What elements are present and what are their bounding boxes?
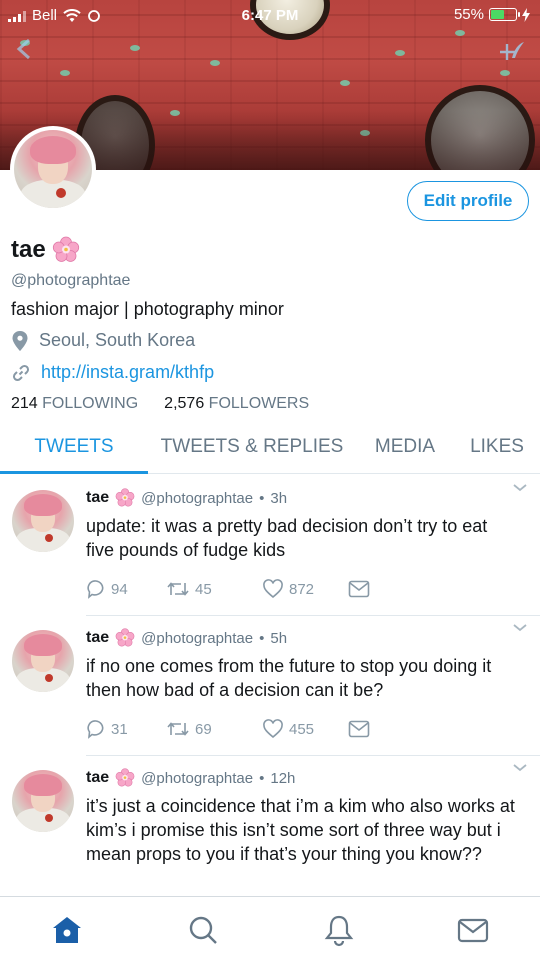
chevron-down-icon[interactable] [512, 482, 528, 494]
tweet-header: tae @photographtae • 5h [86, 628, 287, 648]
tweet-time: 12h [270, 769, 296, 787]
retweet-count: 69 [195, 720, 212, 738]
cherry-blossom-icon [115, 628, 135, 648]
following-count: 214 [11, 395, 38, 412]
retweet-action[interactable]: 45 [166, 579, 262, 599]
profile-handle: @photographtae [11, 272, 131, 289]
reply-count: 31 [111, 720, 128, 738]
tweet-author-name[interactable]: tae [86, 629, 109, 647]
envelope-icon [348, 580, 370, 598]
following-stat[interactable]: 214 FOLLOWING [11, 395, 138, 413]
battery-icon [489, 8, 520, 21]
like-count: 872 [289, 580, 315, 598]
direct-message-action[interactable] [348, 720, 370, 738]
back-arrow-icon[interactable] [14, 38, 36, 60]
like-action[interactable]: 455 [262, 719, 348, 739]
charging-icon [522, 7, 530, 22]
retweet-icon [167, 582, 189, 596]
banner-leaf [340, 80, 350, 86]
link-icon [12, 364, 30, 381]
tweet-header: tae @photographtae • 12h [86, 768, 295, 788]
tweet-text: it’s just a coincidence that i’m a kim w… [86, 796, 515, 864]
tweet-author-name[interactable]: tae [86, 769, 109, 787]
display-name-text: tae [11, 236, 46, 263]
tweet-dot: • [259, 489, 265, 507]
compose-tweet-icon[interactable] [499, 40, 526, 62]
url-link[interactable]: http://insta.gram/kthfp [41, 362, 214, 383]
tweet-dot: • [259, 769, 265, 787]
profile-bio: fashion major | photography minor [11, 299, 284, 319]
reply-action[interactable]: 31 [86, 719, 166, 739]
reply-count: 94 [111, 580, 128, 598]
messages-icon[interactable] [456, 913, 490, 947]
followers-stat[interactable]: 2,576 FOLLOWERS [164, 395, 309, 413]
like-count: 455 [289, 720, 315, 738]
tab-likes[interactable]: LIKES [454, 420, 540, 473]
avatar [14, 130, 92, 208]
profile-avatar[interactable] [10, 126, 96, 212]
followers-label: FOLLOWERS [208, 395, 310, 412]
banner-leaf [210, 60, 220, 66]
tweet-header: tae @photographtae • 3h [86, 488, 287, 508]
location-text: Seoul, South Korea [39, 330, 196, 350]
envelope-icon [348, 720, 370, 738]
heart-icon [263, 719, 283, 739]
edit-profile-button[interactable]: Edit profile [407, 181, 529, 221]
tab-media[interactable]: MEDIA [356, 420, 454, 473]
retweet-count: 45 [195, 580, 212, 598]
status-bar: Bell 6:47 PM 55% [0, 0, 540, 30]
following-label: FOLLOWING [42, 395, 139, 412]
location-pin-icon [12, 330, 28, 351]
tweet-actions: 94 45 872 [86, 579, 370, 599]
banner-leaf [60, 70, 70, 76]
reply-action[interactable]: 94 [86, 579, 166, 599]
heart-icon [263, 579, 283, 599]
chevron-down-icon[interactable] [512, 622, 528, 634]
reply-icon [87, 720, 104, 739]
tweet-dot: • [259, 629, 265, 647]
banner-leaf [130, 45, 140, 51]
tweet-time: 3h [270, 489, 288, 507]
follow-counts: 214 FOLLOWING 2,576 FOLLOWERS [11, 395, 309, 413]
cherry-blossom-icon [115, 488, 135, 508]
tweet-item[interactable]: tae @photographtae • 5h if no one comes … [0, 616, 540, 756]
cherry-blossom-icon [115, 768, 135, 788]
tweet-time: 5h [270, 629, 288, 647]
notifications-icon[interactable] [322, 913, 356, 947]
battery-percent: 55% [453, 6, 484, 23]
home-icon[interactable] [50, 913, 84, 947]
tweet-author-name[interactable]: tae [86, 489, 109, 507]
banner-leaf [500, 70, 510, 76]
banner-leaf [455, 30, 465, 36]
like-action[interactable]: 872 [262, 579, 348, 599]
retweet-icon [167, 722, 189, 736]
tweet-item[interactable]: tae @photographtae • 3h update: it was a… [0, 476, 540, 616]
profile-url[interactable]: http://insta.gram/kthfp [11, 362, 214, 383]
direct-message-action[interactable] [348, 580, 370, 598]
profile-location: Seoul, South Korea [11, 330, 195, 351]
tweet-handle: @photographtae [141, 489, 254, 507]
tweet-handle: @photographtae [141, 629, 254, 647]
tweet-avatar[interactable] [12, 770, 74, 832]
tab-tweets-and-replies[interactable]: TWEETS & REPLIES [148, 420, 356, 473]
cherry-blossom-icon [52, 236, 80, 264]
followers-count: 2,576 [164, 395, 205, 412]
tweet-text: if no one comes from the future to stop … [86, 656, 492, 700]
tweet-item[interactable]: tae @photographtae • 12h it’s just a coi… [0, 756, 540, 896]
chevron-down-icon[interactable] [512, 762, 528, 774]
retweet-action[interactable]: 69 [166, 719, 262, 739]
profile-tabs: TWEETS TWEETS & REPLIES MEDIA LIKES [0, 420, 540, 474]
bottom-tab-bar [0, 896, 540, 960]
reply-icon [87, 580, 104, 599]
search-icon[interactable] [186, 913, 220, 947]
banner-leaf [395, 50, 405, 56]
profile-display-name: tae [11, 236, 80, 264]
status-right: 55% [454, 6, 530, 23]
tweet-handle: @photographtae [141, 769, 254, 787]
tweet-avatar[interactable] [12, 490, 74, 552]
tweet-actions: 31 69 455 [86, 719, 370, 739]
tweet-avatar[interactable] [12, 630, 74, 692]
tab-tweets[interactable]: TWEETS [0, 420, 148, 474]
tweet-text: update: it was a pretty bad decision don… [86, 516, 488, 560]
